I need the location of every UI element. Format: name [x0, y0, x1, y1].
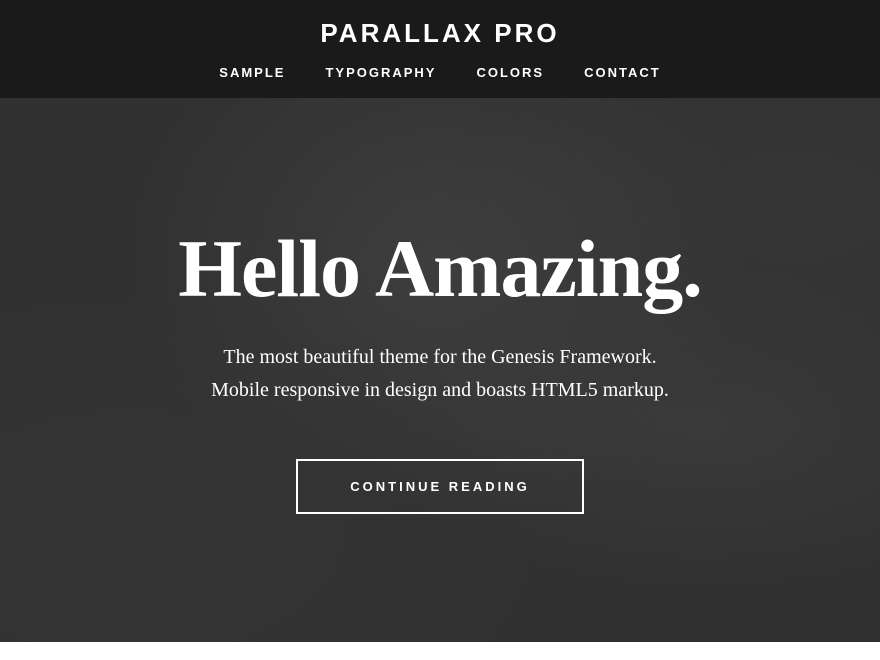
hero-heading: Hello Amazing.: [178, 226, 702, 312]
hero-subtext-line1: The most beautiful theme for the Genesis…: [223, 346, 656, 368]
hero-subtext-line2: Mobile responsive in design and boasts H…: [211, 379, 669, 401]
nav-item-colors[interactable]: COLORS: [476, 63, 544, 82]
hero-content: Hello Amazing. The most beautiful theme …: [118, 226, 762, 513]
site-header: PARALLAX PRO SAMPLE TYPOGRAPHY COLORS CO…: [0, 0, 880, 98]
main-nav: SAMPLE TYPOGRAPHY COLORS CONTACT: [0, 63, 880, 82]
site-title: PARALLAX PRO: [0, 18, 880, 49]
continue-reading-button[interactable]: CONTINUE READING: [296, 459, 583, 514]
hero-section: Hello Amazing. The most beautiful theme …: [0, 98, 880, 642]
nav-item-sample[interactable]: SAMPLE: [219, 63, 285, 82]
nav-item-typography[interactable]: TYPOGRAPHY: [325, 63, 436, 82]
nav-item-contact[interactable]: CONTACT: [584, 63, 661, 82]
hero-subtext: The most beautiful theme for the Genesis…: [178, 341, 702, 407]
